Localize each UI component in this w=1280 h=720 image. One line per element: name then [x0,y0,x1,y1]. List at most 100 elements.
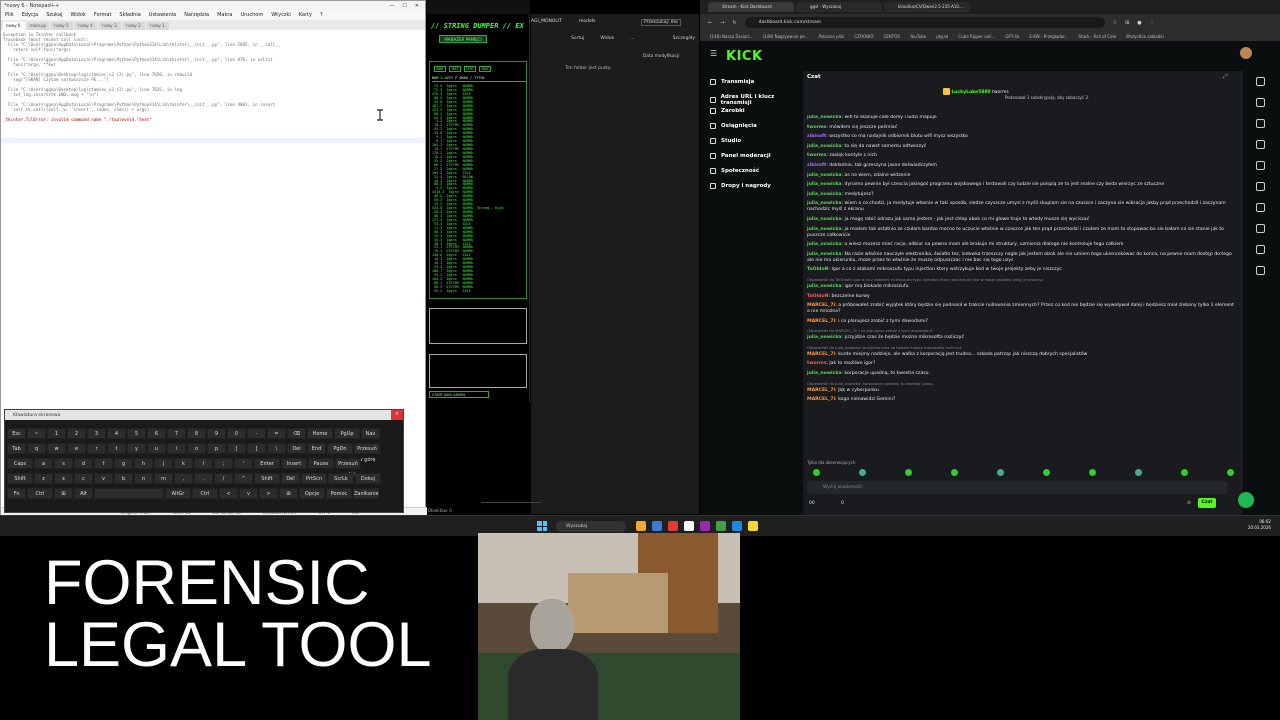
kick-logo[interactable]: KICK [726,49,763,64]
menu-item[interactable]: Format [94,12,112,18]
bookmark[interactable]: Wszystkie zakładki [1126,34,1164,39]
keyboard-key[interactable]: / [214,473,233,484]
menu-item[interactable]: Szukaj [46,12,62,18]
bookmark[interactable]: GPT-4o [1005,34,1019,39]
tool-button[interactable]: RAZ [479,66,491,72]
chat-message[interactable]: julia_nowicka: dynamo pewnie był czescia… [807,182,1235,188]
sidebar-item[interactable]: Społeczność [710,168,759,174]
column-header-date[interactable]: Data modyfikacji [643,54,679,59]
menu-item[interactable]: Ustawienia [149,12,176,18]
keyboard-key[interactable]: j [154,458,173,469]
tool-icon[interactable] [1256,224,1265,233]
keyboard-key[interactable]: Przesuń w górę [354,443,380,463]
chat-message[interactable]: zibisoft: wszystko co ma nadajnik odbior… [807,134,1235,140]
menu-item[interactable]: Wtyczki [271,12,291,18]
keyboard-key[interactable]: v [94,473,113,484]
keyboard-key[interactable]: b [114,473,133,484]
keyboard-key[interactable]: Del [281,473,300,484]
keyboard-key[interactable]: PgDn [327,443,353,454]
keyboard-key[interactable]: m [154,473,173,484]
bookmark[interactable]: CZOONIO [854,34,873,39]
chat-username[interactable]: julia_nowicka [807,371,842,376]
emote-icon[interactable] [1043,469,1050,476]
keyboard-key[interactable]: a [34,458,53,469]
sort-button[interactable]: Sortuj [571,36,584,46]
keyboard-key[interactable]: , [174,473,193,484]
keyboard-key[interactable]: e [67,443,86,454]
chat-username[interactable]: MARCEL_7i [807,352,835,357]
chat-username[interactable]: tworms [807,153,826,158]
keyboard-key[interactable]: Caps [7,458,33,469]
menu-item[interactable]: Narzędzia [184,12,209,18]
emote-icon[interactable] [1227,469,1234,476]
keyboard-key[interactable]: y [127,443,146,454]
chat-message[interactable]: tworms: jak to możliwe igor? [807,361,1235,367]
editor-tab[interactable]: nowy 1 [147,22,170,30]
chat-send-button[interactable]: Czat [1198,498,1216,508]
keyboard-key[interactable]: Insert [281,458,307,469]
keyboard-key[interactable]: l [194,458,213,469]
tool-icon[interactable] [1256,98,1265,107]
bookmark[interactable]: Cube Ripper onli... [958,34,995,39]
tool-button[interactable]: BAR [434,66,446,72]
chat-fab-icon[interactable] [1238,492,1254,508]
process-rows[interactable]: 75.4 Iggra NORMA 72.3 Iggra NORMA 476.3 I… [432,84,526,296]
chat-message[interactable]: tworms: zasięk kontyle z nich [807,153,1235,159]
menu-item[interactable]: Widok [70,12,85,18]
keyboard-key[interactable]: i [167,443,186,454]
editor-tab[interactable]: main.py [27,22,50,30]
chat-username[interactable]: MARCEL_7i [807,319,835,324]
keyboard-key[interactable]: Nav [361,428,380,439]
keyboard-key[interactable]: x [54,473,73,484]
editor-tab[interactable]: nowy 5 [51,22,74,30]
editor-tab[interactable]: nowy 6 [3,22,25,30]
menu-item[interactable]: Plik [5,12,14,18]
menu-item[interactable]: Składnia [119,12,140,18]
sidebar-item[interactable]: Dropy i nagrody [710,183,771,189]
sidebar-item[interactable]: Osiągnięcia [710,123,757,129]
chat-message[interactable]: julia_nowicka: wifi to skanuje całe domy… [807,115,1235,121]
menu-item[interactable]: ? [320,12,323,18]
minimize-icon[interactable]: — [389,3,394,9]
keyboard-key[interactable]: w [47,443,66,454]
tool-button[interactable]: LOG [464,66,476,72]
keyboard-key[interactable]: Home [307,428,333,439]
keyboard-key[interactable]: ⌫ [287,428,306,439]
keyboard-key[interactable]: ] [247,443,266,454]
menu-item[interactable]: Makra [217,12,232,18]
taskbar-app-icon[interactable] [700,521,710,531]
keyboard-key[interactable]: Enter [254,458,280,469]
keyboard-key[interactable]: 1 [47,428,66,439]
keyboard-key[interactable]: h [134,458,153,469]
chat-message[interactable]: zibisoft: dokładnie, tak grzeszyna jasne… [807,163,1235,169]
keyboard-key[interactable]: 6 [147,428,166,439]
taskbar-app-icon[interactable] [748,521,758,531]
points-counter[interactable]: 00 [809,501,815,506]
bookmark[interactable]: Pobrane pliki [819,34,845,39]
emote-icon[interactable] [951,469,958,476]
chat-message[interactable]: tworms: mówiłem się jeszcze pośmiać [807,125,1235,131]
emote-icon[interactable] [1181,469,1188,476]
taskbar-app-icon[interactable] [684,521,694,531]
chat-message[interactable]: ToOldoN: bezczelne kurwy [807,294,1235,300]
keyboard-key[interactable]: Przesuń w dół [335,458,361,478]
keyboard-key[interactable]: z [34,473,53,484]
keyboard-key[interactable]: Alt [74,488,93,499]
bookmark[interactable]: CENTOS [883,34,899,39]
taskbar-search[interactable]: Wyszukaj [556,521,626,532]
keyboard-key[interactable]: PgUp [334,428,360,439]
start-icon[interactable] [537,521,547,531]
tool-icon[interactable] [1256,140,1265,149]
chat-message[interactable]: julia_nowicka: przyjdzie czas że będzie … [807,335,1235,341]
keyboard-key[interactable]: PrtScn [301,473,327,484]
tool-icon[interactable] [1256,266,1265,275]
keyboard-key[interactable]: Del [287,443,306,454]
chat-username[interactable]: julia_nowicka [807,192,842,197]
emote-icon[interactable] [1135,469,1142,476]
menu-icon[interactable]: ⋮ [1150,20,1155,26]
sidebar-item[interactable]: Panel moderacji [710,153,771,159]
keyboard-key[interactable]: r [87,443,106,454]
keyboard-key[interactable]: v [239,488,258,499]
keyboard-key[interactable]: p [207,443,226,454]
emote-icon[interactable] [997,469,1004,476]
